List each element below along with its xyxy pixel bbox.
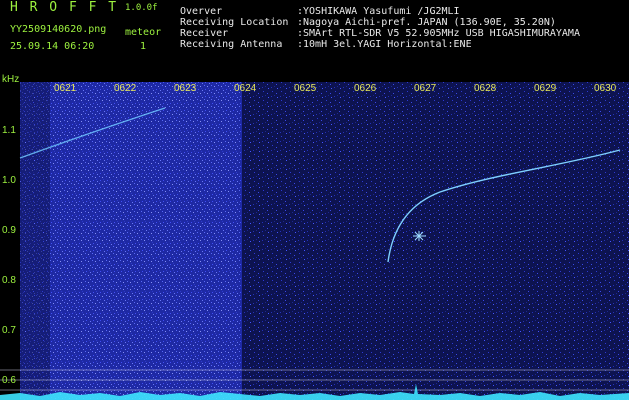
y-tick-1-1: 1.1 [2,125,16,136]
y-tick-0-6: 0.6 [2,375,16,386]
spectrogram: kHz 1.1 1.0 0.9 0.8 0.7 0.6 0621 0622 06… [0,74,629,400]
noise-band-left [20,82,50,400]
y-tick-1-0: 1.0 [2,175,16,186]
y-tick-0-7: 0.7 [2,325,16,336]
x-tick-0626: 0626 [354,83,377,94]
y-axis-unit: kHz [2,74,19,85]
x-tick-0627: 0627 [414,83,437,94]
x-tick-0624: 0624 [234,83,257,94]
x-tick-0621: 0621 [54,83,77,94]
x-tick-0629: 0629 [534,83,557,94]
x-tick-0623: 0623 [174,83,197,94]
x-tick-0622: 0622 [114,83,137,94]
x-tick-0630: 0630 [594,83,617,94]
x-tick-0625: 0625 [294,83,317,94]
y-tick-0-9: 0.9 [2,225,16,236]
noise-band-bright [50,82,242,400]
x-tick-0628: 0628 [474,83,497,94]
y-tick-0-8: 0.8 [2,275,16,286]
